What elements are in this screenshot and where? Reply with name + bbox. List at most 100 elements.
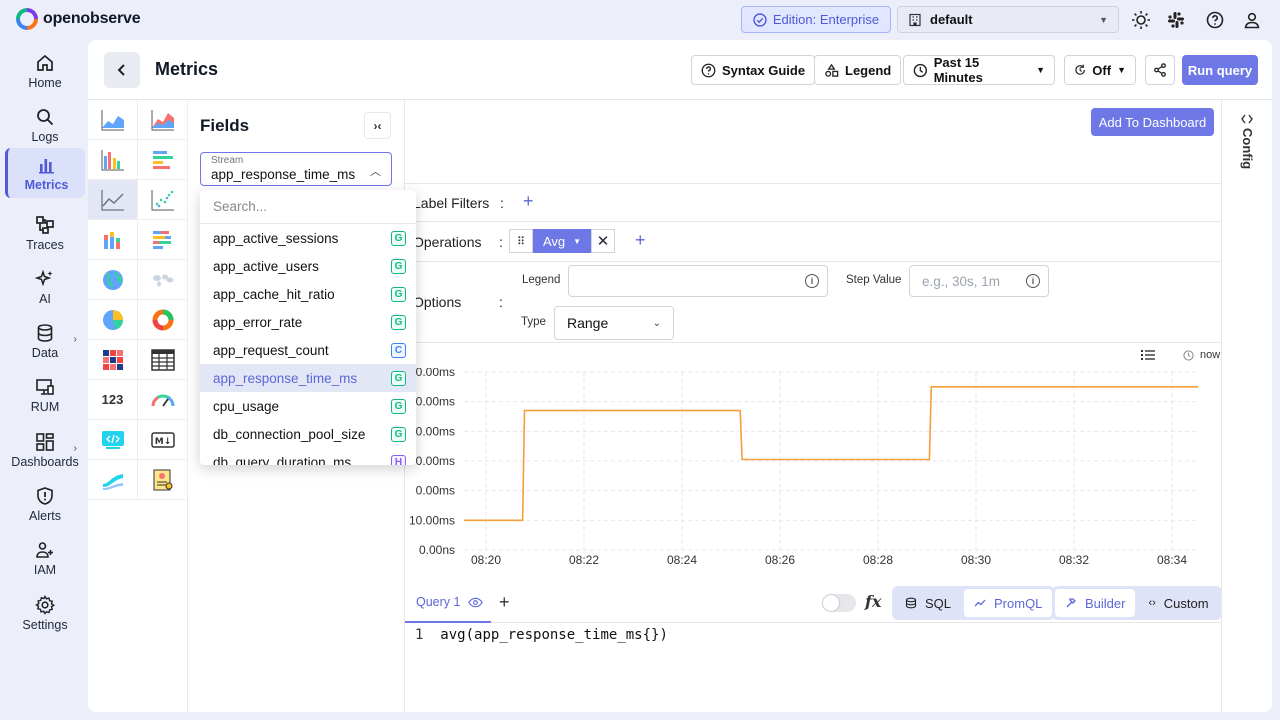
chart-type-gauge[interactable] bbox=[138, 380, 188, 420]
auto-refresh-select[interactable]: Off ▼ bbox=[1064, 55, 1136, 85]
chart-type-line[interactable] bbox=[88, 180, 138, 220]
sidebar-item-logs[interactable]: Logs bbox=[5, 100, 85, 150]
stream-option-label: app_active_sessions bbox=[213, 230, 339, 246]
page-header: Metrics Syntax Guide Legend Past 15 Minu… bbox=[88, 40, 1272, 100]
legend-shapes-icon bbox=[825, 63, 839, 77]
sidebar-item-dashboards[interactable]: Dashboards › bbox=[5, 425, 85, 475]
org-select[interactable]: default ▼ bbox=[897, 6, 1119, 33]
theme-toggle-sun-icon[interactable] bbox=[1131, 10, 1151, 30]
stream-option[interactable]: db_query_duration_ms H bbox=[200, 448, 416, 465]
chart-type-area[interactable] bbox=[88, 100, 138, 140]
chart-type-html[interactable] bbox=[88, 420, 138, 460]
chart-type-scatter[interactable] bbox=[138, 180, 188, 220]
add-operation-plus-icon[interactable]: + bbox=[635, 230, 646, 251]
pie-chart-icon bbox=[102, 309, 123, 330]
query-toggle[interactable] bbox=[822, 594, 856, 612]
stream-option[interactable]: cpu_usage G bbox=[200, 392, 416, 420]
metric-type-badge: G bbox=[391, 258, 406, 274]
custom-option[interactable]: ‹› Custom bbox=[1138, 589, 1218, 617]
run-query-button[interactable]: Run query bbox=[1182, 55, 1258, 85]
fields-title: Fields bbox=[200, 116, 250, 135]
sidebar-item-data[interactable]: Data › bbox=[5, 316, 85, 366]
syntax-guide-button[interactable]: Syntax Guide bbox=[691, 55, 816, 85]
config-sidebar[interactable]: Config bbox=[1221, 100, 1272, 712]
stream-option[interactable]: app_request_count C bbox=[200, 336, 416, 364]
horizontal-bar-icon bbox=[152, 150, 173, 169]
chart-type-pie[interactable] bbox=[88, 300, 138, 340]
chart-type-markdown[interactable]: M↓ bbox=[138, 420, 188, 460]
sql-option[interactable]: SQL bbox=[895, 589, 961, 617]
legend-input[interactable]: i bbox=[568, 265, 828, 297]
help-icon[interactable] bbox=[1205, 10, 1225, 30]
stream-select[interactable]: Stream app_response_time_ms ︿ bbox=[200, 152, 392, 186]
chart-type-h-bar[interactable] bbox=[138, 140, 188, 180]
promql-option[interactable]: PromQL bbox=[964, 589, 1053, 617]
query-tab[interactable]: Query 1 bbox=[405, 583, 491, 623]
chart-type-h-stacked-bar[interactable] bbox=[138, 220, 188, 260]
chart-type-bar[interactable] bbox=[88, 140, 138, 180]
list-icon[interactable] bbox=[1141, 349, 1155, 361]
stream-option-label: app_response_time_ms bbox=[213, 370, 358, 386]
chart-type-table[interactable] bbox=[138, 340, 188, 380]
sidebar-item-label: Metrics bbox=[24, 177, 69, 192]
slack-icon[interactable] bbox=[1166, 10, 1186, 30]
query-editor[interactable]: 1 avg(app_response_time_ms{}) bbox=[415, 627, 668, 643]
builder-option[interactable]: Builder bbox=[1055, 589, 1136, 617]
monitor-icon bbox=[36, 378, 54, 395]
metric-type-badge: G bbox=[391, 314, 406, 330]
chart-type-maps[interactable] bbox=[138, 260, 188, 300]
chart-type-grid: 123 M↓ bbox=[88, 100, 188, 712]
type-select[interactable]: Range ⌄ bbox=[554, 306, 674, 340]
user-profile-icon[interactable] bbox=[1242, 10, 1262, 30]
operation-avg-select[interactable]: Avg ▼ bbox=[533, 229, 592, 253]
chart-type-stacked-bar[interactable] bbox=[88, 220, 138, 260]
legend-button[interactable]: Legend bbox=[814, 55, 902, 85]
stream-option[interactable]: app_response_time_ms G bbox=[200, 364, 416, 392]
sparkle-icon bbox=[35, 269, 53, 286]
stream-option[interactable]: app_active_sessions G bbox=[200, 224, 416, 252]
chart-type-custom[interactable] bbox=[138, 460, 188, 500]
sidebar-item-iam[interactable]: IAM bbox=[5, 533, 85, 583]
stream-select-label: Stream bbox=[211, 155, 244, 166]
chart-type-area-stacked[interactable] bbox=[138, 100, 188, 140]
chart-type-metric[interactable]: 123 bbox=[88, 380, 138, 420]
back-button[interactable] bbox=[104, 52, 140, 88]
time-range-label: Past 15 Minutes bbox=[933, 55, 983, 85]
sidebar-item-traces[interactable]: Traces bbox=[5, 208, 85, 258]
time-range-picker[interactable]: Past 15 Minutes ▼ bbox=[903, 55, 1055, 85]
app-logo[interactable]: openobserve bbox=[16, 8, 141, 30]
stream-option[interactable]: app_active_users G bbox=[200, 252, 416, 280]
sankey-icon bbox=[102, 473, 123, 490]
share-button[interactable] bbox=[1145, 55, 1175, 85]
users-icon bbox=[36, 541, 53, 558]
info-icon[interactable]: i bbox=[1026, 274, 1040, 288]
sidebar-item-settings[interactable]: Settings bbox=[5, 588, 85, 638]
sidebar-item-alerts[interactable]: Alerts bbox=[5, 479, 85, 529]
drag-handle-icon[interactable]: ⠿ bbox=[509, 229, 533, 253]
add-query-plus-icon[interactable]: + bbox=[499, 592, 510, 613]
chart-type-heatmap[interactable] bbox=[88, 340, 138, 380]
x-tick-label: 08:34 bbox=[1157, 553, 1187, 567]
sidebar-item-home[interactable]: Home bbox=[5, 46, 85, 96]
info-icon[interactable]: i bbox=[805, 274, 819, 288]
function-fx-icon[interactable]: fx bbox=[865, 592, 881, 611]
stream-option[interactable]: db_connection_pool_size G bbox=[200, 420, 416, 448]
step-value-input[interactable]: e.g., 30s, 1m i bbox=[909, 265, 1049, 297]
sidebar-item-metrics[interactable]: Metrics bbox=[5, 148, 85, 198]
eye-icon[interactable] bbox=[468, 597, 484, 608]
edition-badge[interactable]: Edition: Enterprise bbox=[741, 6, 891, 33]
remove-operation-close-icon[interactable]: ✕ bbox=[591, 229, 616, 253]
x-tick-label: 08:20 bbox=[471, 553, 501, 567]
stream-search-input[interactable]: Search... bbox=[200, 190, 416, 224]
chart-toolbar: now bbox=[1141, 349, 1220, 361]
chart-type-sankey[interactable] bbox=[88, 460, 138, 500]
sidebar-item-ai[interactable]: AI bbox=[5, 262, 85, 312]
stream-option[interactable]: app_cache_hit_ratio G bbox=[200, 280, 416, 308]
chart-type-donut[interactable] bbox=[138, 300, 188, 340]
sidebar-item-rum[interactable]: RUM bbox=[5, 370, 85, 420]
collapse-fields-button[interactable]: ›‹ bbox=[364, 112, 391, 139]
chart-type-geomap[interactable] bbox=[88, 260, 138, 300]
add-to-dashboard-button[interactable]: Add To Dashboard bbox=[1091, 108, 1214, 136]
add-label-filter-plus-icon[interactable]: + bbox=[523, 191, 534, 212]
stream-option[interactable]: app_error_rate G bbox=[200, 308, 416, 336]
